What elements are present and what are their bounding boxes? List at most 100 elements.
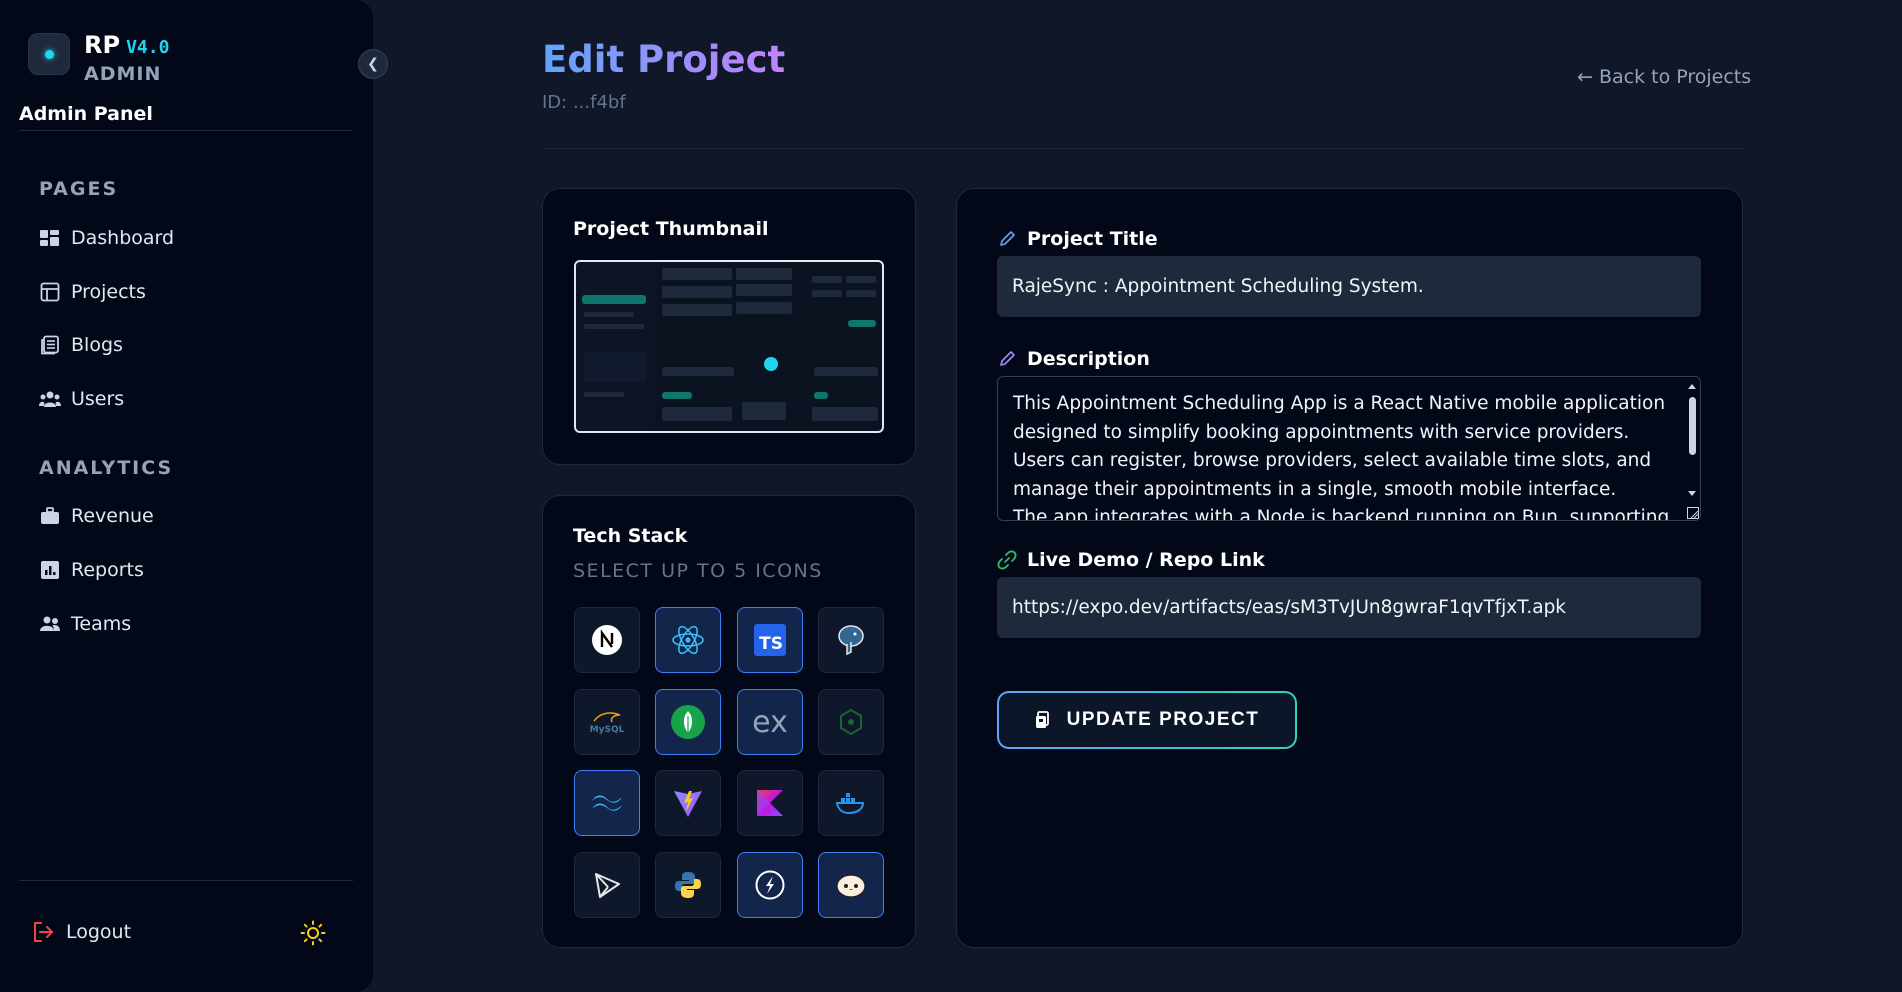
logout-label: Logout	[66, 921, 132, 943]
sidebar-item-label: Dashboard	[71, 227, 175, 249]
sun-icon	[300, 920, 326, 946]
project-id: ID: ...f4bf	[542, 92, 626, 113]
tech-nodejs[interactable]	[818, 689, 884, 755]
page-title: Edit Project	[542, 38, 786, 81]
update-project-button[interactable]: UPDATE PROJECT	[997, 691, 1297, 749]
projects-icon	[39, 281, 61, 303]
logout-icon	[32, 921, 54, 943]
sidebar-item-label: Projects	[71, 281, 146, 303]
typescript-icon: TS	[754, 624, 786, 656]
typescript-label: TS	[759, 634, 783, 654]
logout-button[interactable]: Logout	[32, 917, 131, 947]
tech-python[interactable]	[655, 852, 721, 918]
docker-icon	[835, 793, 865, 815]
tech-react[interactable]	[655, 607, 721, 673]
nextjs-icon	[592, 625, 622, 655]
kotlin-icon	[757, 790, 783, 816]
tech-stack-subtitle: SELECT UP TO 5 ICONS	[573, 560, 823, 582]
panel-label: Admin Panel	[19, 103, 153, 125]
description-label: Description	[997, 348, 1150, 370]
sidebar-item-label: Users	[71, 388, 125, 410]
brand-name: RP	[84, 31, 121, 59]
live-demo-label: Live Demo / Repo Link	[997, 549, 1265, 571]
briefcase-icon	[39, 505, 61, 527]
teams-icon	[39, 613, 61, 635]
bun-icon	[836, 874, 866, 898]
tech-postgresql[interactable]	[818, 607, 884, 673]
tech-kotlin[interactable]	[737, 770, 803, 836]
project-title-label: Project Title	[997, 228, 1158, 250]
tech-typescript[interactable]: TS	[737, 607, 803, 673]
chevron-left-icon: ❮	[367, 56, 379, 72]
python-icon	[675, 872, 701, 898]
header-divider	[542, 148, 1742, 149]
brand-version: V4.0	[126, 37, 170, 58]
brand-logo	[28, 33, 70, 75]
sidebar-item-dashboard[interactable]: Dashboard	[39, 223, 174, 253]
sidebar-item-label: Revenue	[71, 505, 154, 527]
tech-express[interactable]: ex	[737, 689, 803, 755]
tailwind-icon	[592, 795, 622, 811]
sidebar: RP V4.0 ADMIN Admin Panel PAGES Dashboard…	[0, 0, 373, 992]
socketio-icon	[755, 870, 785, 900]
sidebar-item-label: Blogs	[71, 334, 123, 356]
section-title-pages: PAGES	[39, 178, 119, 200]
link-icon	[997, 550, 1017, 570]
description-label-text: Description	[1027, 348, 1150, 370]
sidebar-item-label: Teams	[71, 613, 132, 635]
brand[interactable]: RP V4.0 ADMIN	[28, 33, 169, 84]
collapse-sidebar-button[interactable]: ❮	[358, 49, 388, 79]
project-title-label-text: Project Title	[1027, 228, 1158, 250]
tech-mysql[interactable]: MySQL	[574, 689, 640, 755]
reports-icon	[39, 559, 61, 581]
save-icon	[1035, 711, 1051, 729]
tech-bun[interactable]	[818, 852, 884, 918]
users-icon	[39, 388, 61, 410]
blogs-icon	[39, 334, 61, 356]
express-icon: ex	[752, 704, 788, 740]
tech-vite[interactable]	[655, 770, 721, 836]
mysql-icon: MySQL	[589, 710, 625, 735]
prisma-icon	[595, 873, 620, 898]
tech-socketio[interactable]	[737, 852, 803, 918]
tech-nextjs[interactable]	[574, 607, 640, 673]
description-textarea[interactable]: This Appointment Scheduling App is a Rea…	[997, 376, 1701, 521]
back-to-projects-link[interactable]: ← Back to Projects	[1577, 66, 1751, 88]
react-icon	[672, 625, 704, 655]
scrollbar-thumb[interactable]	[1689, 397, 1696, 455]
dashboard-icon	[39, 227, 61, 249]
resize-handle-icon[interactable]	[1687, 507, 1699, 519]
tech-docker[interactable]	[818, 770, 884, 836]
project-title-input[interactable]	[997, 256, 1701, 317]
sidebar-item-users[interactable]: Users	[39, 384, 124, 414]
postgresql-icon	[838, 625, 864, 656]
sidebar-item-blogs[interactable]: Blogs	[39, 330, 123, 360]
section-title-analytics: ANALYTICS	[39, 457, 174, 479]
update-project-label: UPDATE PROJECT	[1066, 709, 1260, 730]
sidebar-item-teams[interactable]: Teams	[39, 609, 131, 639]
brand-role: ADMIN	[84, 63, 162, 85]
tech-tailwindcss[interactable]	[574, 770, 640, 836]
thumbnail-card-title: Project Thumbnail	[573, 218, 769, 240]
vite-icon	[674, 791, 702, 817]
sidebar-item-projects[interactable]: Projects	[39, 277, 146, 307]
project-thumbnail-image[interactable]	[574, 260, 884, 433]
tech-stack-title: Tech Stack	[573, 525, 688, 547]
theme-toggle-button[interactable]	[300, 920, 326, 946]
live-demo-label-text: Live Demo / Repo Link	[1027, 549, 1265, 571]
tech-mongodb[interactable]	[655, 689, 721, 755]
sidebar-item-reports[interactable]: Reports	[39, 555, 144, 585]
nodejs-icon	[840, 708, 862, 736]
mysql-label: MySQL	[589, 724, 625, 735]
pencil-icon	[997, 349, 1017, 369]
description-scrollbar[interactable]	[1686, 381, 1698, 506]
mongodb-icon	[671, 705, 705, 739]
divider	[19, 130, 353, 131]
pencil-icon	[997, 229, 1017, 249]
sidebar-item-revenue[interactable]: Revenue	[39, 501, 154, 531]
sidebar-item-label: Reports	[71, 559, 144, 581]
tech-prisma[interactable]	[574, 852, 640, 918]
live-demo-input[interactable]	[997, 577, 1701, 638]
divider	[19, 880, 353, 881]
description-text: This Appointment Scheduling App is a Rea…	[1013, 393, 1670, 521]
